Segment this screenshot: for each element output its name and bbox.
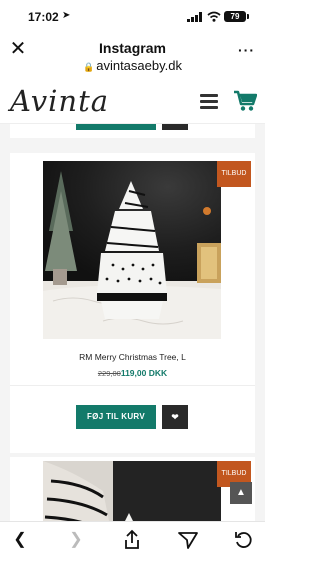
hamburger-icon[interactable] — [200, 94, 218, 110]
site-logo[interactable]: Avinta — [10, 84, 109, 118]
next-product-card: TILBUD — [10, 457, 255, 521]
previous-add-to-cart-button[interactable] — [76, 124, 156, 130]
back-icon[interactable]: ❮ — [8, 528, 32, 552]
forward-icon[interactable]: ❯ — [64, 528, 88, 552]
christmas-tree-photo — [43, 161, 221, 339]
sale-price: 119,00 DKK — [120, 368, 168, 378]
share-icon[interactable] — [120, 528, 144, 552]
browser-toolbar: ❮ ❯ — [0, 521, 265, 575]
site-header: Avinta — [0, 80, 265, 124]
old-price: 229,00 — [97, 369, 121, 378]
status-time: 17:02 — [28, 10, 59, 24]
next-product-image[interactable] — [43, 461, 221, 521]
url-text: avintasaeby.dk — [96, 58, 182, 73]
browser-header: ✕ Instagram 🔒 avintasaeby.dk ··· — [0, 34, 265, 80]
browser-title: Instagram — [99, 40, 166, 56]
card-divider — [10, 385, 255, 386]
lock-icon: 🔒 — [83, 62, 95, 72]
battery-indicator: 79 — [224, 11, 246, 22]
wifi-icon — [207, 11, 221, 22]
cellular-signal-icon — [187, 12, 202, 22]
cart-icon[interactable] — [233, 90, 257, 112]
location-arrow-icon: ➤ — [62, 10, 71, 21]
url-bar[interactable]: 🔒 avintasaeby.dk — [0, 58, 265, 73]
previous-product-card — [10, 124, 255, 138]
add-to-cart-button[interactable]: FØJ TIL KURV — [76, 405, 156, 429]
send-icon[interactable] — [176, 528, 200, 552]
sale-badge: TILBUD — [217, 161, 251, 187]
next-product-photo — [43, 461, 221, 521]
product-image[interactable] — [43, 161, 221, 339]
previous-wishlist-button[interactable] — [162, 124, 188, 130]
page-content[interactable]: TILBUD RM Merry Christmas Tree, L 229,00… — [0, 124, 265, 521]
status-bar: 17:02 ➤ 79 — [0, 0, 265, 34]
chevron-up-icon[interactable]: ▲ — [230, 482, 252, 504]
battery-tip — [247, 14, 249, 19]
heart-icon[interactable]: ❤ — [162, 405, 188, 429]
product-price: 229,00119,00 DKK — [10, 368, 255, 378]
product-name[interactable]: RM Merry Christmas Tree, L — [10, 352, 255, 362]
more-icon[interactable]: ··· — [238, 42, 255, 58]
refresh-icon[interactable] — [232, 528, 256, 552]
